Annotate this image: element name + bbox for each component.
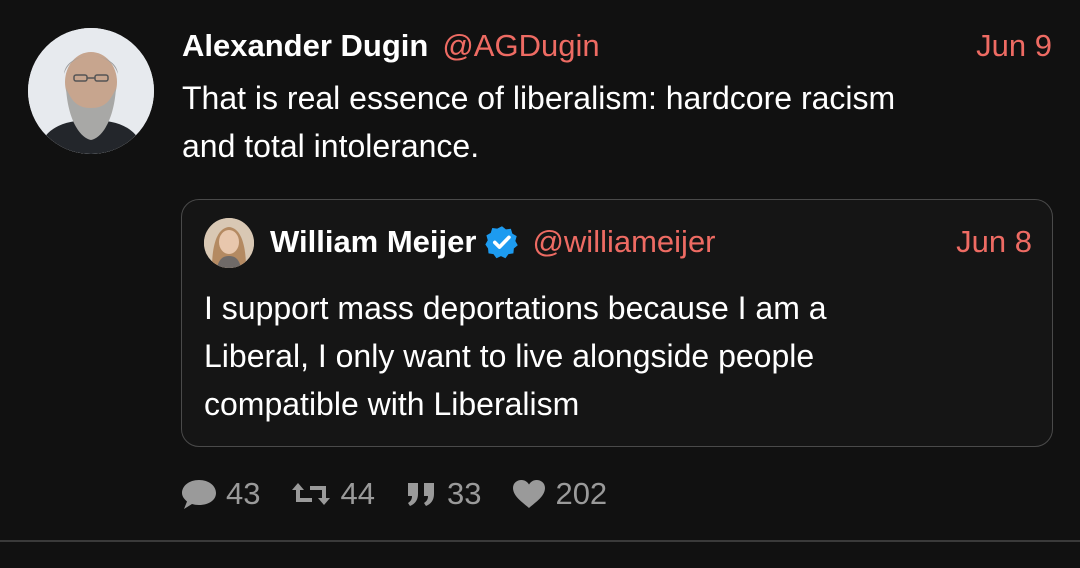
like-count: 202 bbox=[555, 476, 608, 511]
retweet-icon bbox=[292, 483, 331, 505]
quoted-author-name[interactable]: William Meijer bbox=[270, 224, 476, 260]
author-name[interactable]: Alexander Dugin bbox=[182, 28, 428, 64]
avatar-photo-icon bbox=[28, 28, 154, 154]
reply-bubble-icon bbox=[182, 480, 216, 509]
retweet-count: 44 bbox=[340, 476, 375, 511]
tweet-header: Alexander Dugin @AGDugin Jun 9 bbox=[182, 26, 1052, 66]
quoted-tweet-date[interactable]: Jun 8 bbox=[956, 224, 1032, 260]
quoted-author-handle[interactable]: @williameijer bbox=[532, 224, 715, 260]
quoted-tweet-text: I support mass deportations because I am… bbox=[204, 290, 827, 422]
verified-badge-icon bbox=[485, 226, 519, 259]
tweet-actions: 43 44 33 202 bbox=[180, 472, 637, 516]
avatar-photo-icon bbox=[204, 218, 254, 268]
quoted-author-avatar[interactable] bbox=[204, 218, 254, 268]
tweet-text: That is real essence of liberalism: hard… bbox=[182, 80, 896, 164]
tweet: Alexander Dugin @AGDugin Jun 9 That is r… bbox=[0, 0, 1080, 568]
reply-count: 43 bbox=[226, 476, 261, 511]
quote-tweet-button[interactable]: 33 bbox=[405, 476, 481, 512]
quoted-tweet-header: William Meijer @williameijer Jun 8 bbox=[270, 220, 1032, 264]
reply-button[interactable]: 43 bbox=[180, 476, 260, 512]
author-avatar[interactable] bbox=[28, 28, 154, 154]
quote-count: 33 bbox=[446, 476, 482, 511]
retweet-button[interactable]: 44 bbox=[290, 476, 375, 512]
heart-icon bbox=[513, 480, 546, 508]
tweet-date[interactable]: Jun 9 bbox=[976, 28, 1052, 64]
like-button[interactable]: 202 bbox=[511, 476, 607, 512]
quote-marks-icon bbox=[407, 483, 434, 506]
author-handle[interactable]: @AGDugin bbox=[442, 28, 599, 64]
divider bbox=[0, 540, 1080, 542]
quoted-tweet[interactable]: William Meijer @williameijer Jun 8 I sup… bbox=[181, 199, 1053, 447]
